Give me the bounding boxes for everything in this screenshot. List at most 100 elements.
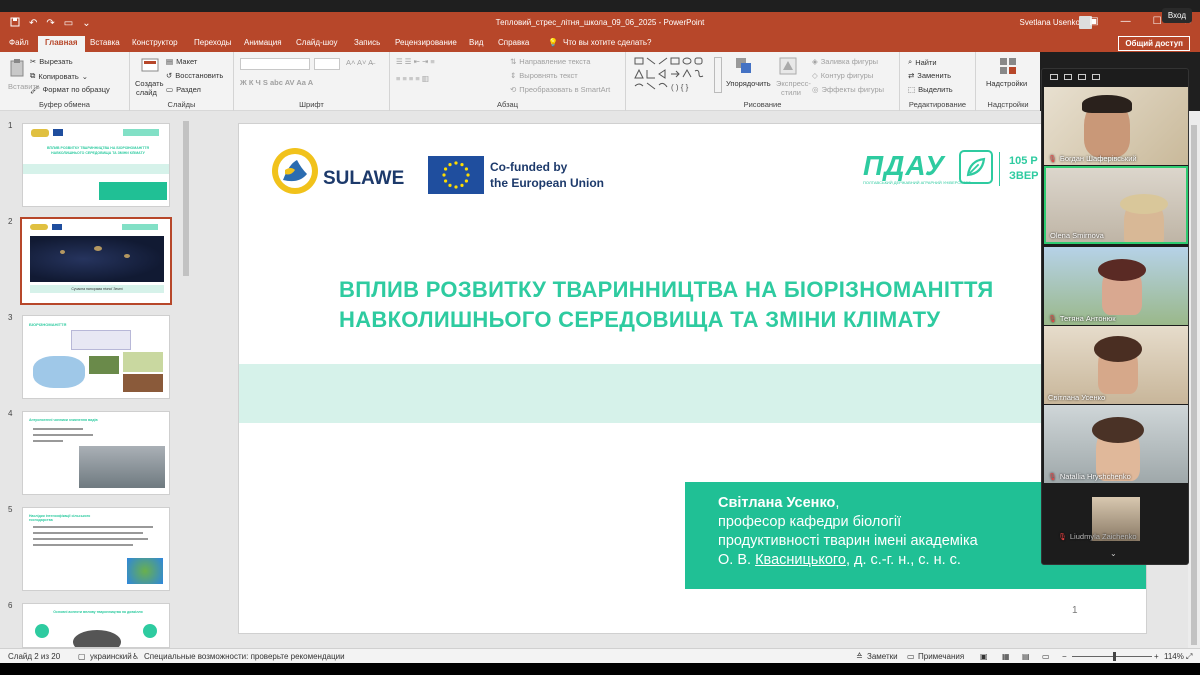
font-size-select[interactable]: [314, 58, 340, 70]
quick-styles-button-2[interactable]: стили: [781, 88, 801, 97]
slide-scrollbar[interactable]: [1188, 111, 1200, 648]
eu-funding-text: Co-funded by the European Union: [490, 159, 604, 191]
tab-review[interactable]: Рецензирование: [395, 38, 457, 47]
thumbnail-scrollbar[interactable]: [181, 111, 191, 648]
thumbnail-image[interactable]: БІОРІЗНОМАНІТТЯ: [22, 315, 170, 399]
notes-icon[interactable]: ≙: [856, 652, 863, 661]
addins-icon[interactable]: [998, 56, 1018, 76]
accessibility-status[interactable]: Специальные возможности: проверьте реком…: [144, 652, 345, 661]
quick-styles-icon[interactable]: [778, 56, 798, 76]
slideshow-icon[interactable]: ▭: [1042, 652, 1050, 661]
speaker-view-icon[interactable]: [1064, 74, 1072, 80]
tab-record[interactable]: Запись: [354, 38, 380, 47]
gallery-view-icon[interactable]: [1078, 74, 1086, 80]
tab-insert[interactable]: Вставка: [90, 38, 120, 47]
copy-button[interactable]: ⧉ Копировать ⌄: [30, 71, 88, 81]
thumbnail-image[interactable]: Основні аспекти впливу тваринництва на д…: [22, 603, 170, 648]
shape-fill-button[interactable]: ◈ Заливка фигуры: [812, 57, 878, 66]
tab-slideshow[interactable]: Слайд-шоу: [296, 38, 337, 47]
chevron-down-icon[interactable]: ⌄: [1110, 549, 1117, 558]
new-slide-button[interactable]: Создать: [135, 79, 164, 88]
participant-video-tile[interactable]: 🎙 Богдан Шаферівський: [1044, 87, 1188, 165]
layout-button[interactable]: ▤ Макет: [166, 57, 197, 66]
font-name-select[interactable]: [240, 58, 310, 70]
tab-file[interactable]: Файл: [9, 38, 29, 47]
align-text-button[interactable]: ⇕ Выровнять текст: [510, 71, 578, 80]
participant-name: Тетяна Антонюк: [1059, 314, 1116, 323]
smartart-button[interactable]: ⟲ Преобразовать в SmartArt: [510, 85, 610, 94]
participant-video-tile[interactable]: 🎙 Liudmyla Zaichenko ⌄: [1044, 485, 1188, 563]
view-mode-icon[interactable]: [1050, 74, 1058, 80]
select-button[interactable]: ⬚ Выделить: [908, 85, 953, 94]
find-button[interactable]: ⌕ Найти: [908, 57, 937, 67]
tab-home[interactable]: Главная: [38, 36, 85, 52]
tab-view[interactable]: Вид: [469, 38, 483, 47]
text-direction-button[interactable]: ⇅ Направление текста: [510, 57, 590, 66]
new-slide-icon[interactable]: [140, 56, 160, 76]
slide-sorter-icon[interactable]: ▦: [1002, 652, 1010, 661]
shapes-gallery-scroll[interactable]: [714, 57, 722, 93]
shapes-gallery[interactable]: ( ) { }: [634, 57, 714, 93]
addins-button[interactable]: Надстройки: [986, 79, 1027, 88]
shape-outline-button[interactable]: ◇ Контур фигуры: [812, 71, 873, 80]
user-name[interactable]: Svetlana Usenko: [1020, 18, 1080, 27]
tab-design[interactable]: Конструктор: [132, 38, 178, 47]
thumbnail-scrollbar-thumb[interactable]: [183, 121, 189, 276]
tell-me-search[interactable]: Что вы хотите сделать?: [563, 38, 651, 47]
tab-animations[interactable]: Анимация: [244, 38, 282, 47]
tab-transitions[interactable]: Переходы: [194, 38, 232, 47]
quick-styles-button[interactable]: Экспресс-: [776, 79, 811, 88]
notes-button[interactable]: Заметки: [867, 652, 898, 661]
align-buttons[interactable]: ≡ ≡ ≡ ≡ ▥: [396, 74, 429, 83]
replace-button[interactable]: ⇄ Заменить: [908, 71, 951, 80]
sulawe-logo: SULAWE: [272, 148, 404, 194]
thumbnail-image[interactable]: Антропогенні чинники зникнення видів: [22, 411, 170, 495]
thumbnail-image[interactable]: Наслідки інтенсифікації сільського госпо…: [22, 507, 170, 591]
grid-view-icon[interactable]: [1092, 74, 1100, 80]
reset-button[interactable]: ↺ Восстановить: [166, 71, 223, 80]
zoom-level[interactable]: 114%: [1164, 652, 1184, 661]
format-painter-button[interactable]: 🖌 Формат по образцу: [30, 85, 110, 94]
maximize-icon[interactable]: ☐: [1153, 16, 1162, 27]
slide-title[interactable]: ВПЛИВ РОЗВИТКУ ТВАРИННИЦТВА НА БІОРІЗНОМ…: [339, 275, 1146, 335]
normal-view-icon[interactable]: ▣: [980, 652, 988, 661]
new-slide-button-2[interactable]: слайд: [136, 88, 157, 97]
zoom-in-icon[interactable]: +: [1154, 652, 1159, 661]
minimize-icon[interactable]: —: [1121, 16, 1131, 27]
spellcheck-icon[interactable]: ▢: [78, 652, 86, 661]
cut-button[interactable]: ✂ Вырезать: [30, 57, 73, 66]
thumbnail-image-selected[interactable]: Сучасна панорама нічної Землі: [20, 217, 172, 305]
current-slide[interactable]: SULAWE Co-funded by the European Union П…: [238, 123, 1147, 634]
zoom-out-icon[interactable]: −: [1062, 652, 1067, 661]
thumbnail-image[interactable]: ВПЛИВ РОЗВИТКУ ТВАРИННИЦТВА НА БІОРІЗНОМ…: [22, 123, 170, 207]
zoom-slider-thumb[interactable]: [1113, 652, 1116, 661]
eu-flag-icon: [428, 156, 484, 194]
participant-video-tile[interactable]: Світлана Усенко: [1044, 326, 1188, 404]
arrange-button[interactable]: Упорядочить: [726, 79, 771, 88]
tab-help[interactable]: Справка: [498, 38, 529, 47]
section-button[interactable]: ▭ Раздел: [166, 85, 201, 94]
comments-icon[interactable]: ▭: [907, 652, 915, 661]
shape-effects-button[interactable]: ◎ Эффекты фигуры: [812, 85, 884, 94]
font-size-buttons[interactable]: A˄ A˅ A̶: [346, 58, 373, 67]
share-button[interactable]: Общий доступ: [1118, 36, 1190, 51]
participant-video-tile-active[interactable]: Olena Smirnova: [1044, 166, 1188, 244]
arrange-icon[interactable]: [734, 56, 754, 76]
paste-icon[interactable]: [8, 58, 28, 78]
list-buttons[interactable]: ☰ ☰ ⇤ ⇥ ≡: [396, 57, 435, 66]
slide-scrollbar-thumb[interactable]: [1191, 125, 1197, 645]
accessibility-icon[interactable]: ♿: [132, 652, 139, 661]
language-indicator[interactable]: украинский: [90, 652, 132, 661]
fit-to-window-icon[interactable]: ⤢: [1186, 652, 1192, 662]
participant-video-tile[interactable]: 🎙 Natallia Hryshchenko: [1044, 405, 1188, 483]
shape-fill-label: Заливка фигуры: [820, 57, 879, 66]
participant-name-label: 🎙 Liudmyla Zaichenko: [1058, 532, 1137, 541]
thumb-photo: [79, 446, 165, 488]
zoom-slider[interactable]: [1072, 656, 1152, 657]
ribbon-display-icon[interactable]: ▣: [1089, 16, 1098, 27]
participant-video-tile[interactable]: 🎙 Тетяна Антонюк: [1044, 247, 1188, 325]
comments-button[interactable]: Примечания: [918, 652, 964, 661]
login-button[interactable]: Вход: [1161, 8, 1192, 23]
reading-view-icon[interactable]: ▤: [1022, 652, 1030, 661]
format-buttons[interactable]: Ж К Ч S abc AV Aa A: [240, 78, 313, 87]
